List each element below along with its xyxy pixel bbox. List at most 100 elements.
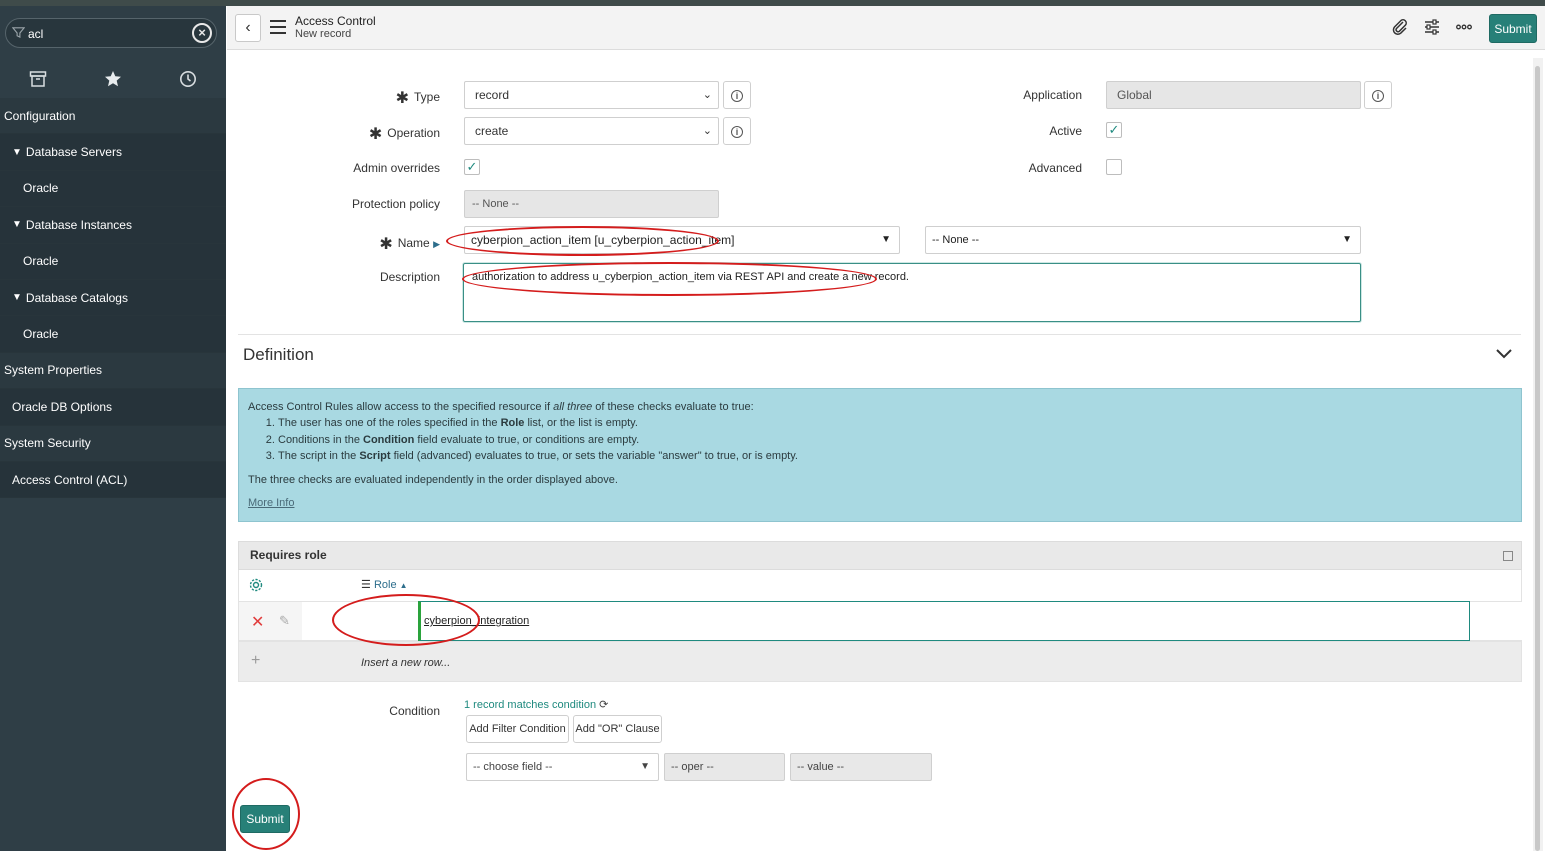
type-select[interactable]: record ⌄ (464, 81, 719, 109)
plus-icon[interactable]: + (251, 652, 260, 670)
page-subtitle: New record (295, 28, 352, 40)
admin-overrides-label: Admin overrides (353, 161, 440, 175)
chevron-down-icon: ⌄ (702, 125, 712, 137)
operation-info-button[interactable]: i (723, 117, 751, 145)
collapse-icon[interactable] (1503, 551, 1513, 561)
active-checkbox[interactable]: ✓ (1106, 122, 1122, 138)
paperclip-icon[interactable] (1391, 18, 1409, 36)
filter-icon (11, 26, 26, 40)
sidebar-item-oracle-servers[interactable]: Oracle (0, 170, 226, 208)
choose-field-select[interactable]: -- choose field -- ▼ (466, 753, 659, 781)
role-input[interactable]: cyberpion_integration (418, 601, 1470, 641)
protection-policy-field: -- None -- (464, 190, 719, 218)
context-menu-icon[interactable] (270, 20, 286, 34)
delete-row-icon[interactable]: ✕ (251, 612, 264, 632)
requires-role-columns: ☰ Role ▲ (238, 570, 1522, 601)
expand-triangle-icon: ▼ (12, 146, 22, 158)
sidebar-item-database-catalogs[interactable]: ▼ Database Catalogs (0, 279, 226, 317)
sidebar-item-system-properties[interactable]: System Properties (0, 352, 226, 390)
settings-sliders-icon[interactable] (1423, 18, 1441, 36)
sidebar-item-label: Oracle (23, 327, 59, 342)
description-textarea[interactable]: authorization to address u_cyberpion_act… (463, 263, 1361, 322)
sidebar-item-label: System Properties (4, 363, 103, 378)
insert-row[interactable]: + Insert a new row... (238, 641, 1522, 682)
reference-arrow-icon: ▶ (433, 239, 440, 249)
sidebar-item-label: Database Servers (25, 145, 122, 160)
type-label: ✱ Type (395, 90, 440, 107)
acl-rule-item: The user has one of the roles specified … (278, 415, 1512, 431)
value-input[interactable]: -- value -- (790, 753, 932, 781)
type-info-button[interactable]: i (723, 81, 751, 109)
pencil-icon[interactable]: ✎ (279, 613, 290, 629)
record-match-link[interactable]: 1 record matches condition ⟳ (464, 698, 608, 711)
more-info-link[interactable]: More Info (248, 495, 294, 511)
name-table-select[interactable]: cyberpion_action_item [u_cyberpion_actio… (464, 226, 900, 254)
acl-info-box: Access Control Rules allow access to the… (238, 388, 1522, 522)
table-row: ✕ ✎ cyberpion_integration (238, 601, 1522, 641)
sidebar-item-access-control[interactable]: Access Control (ACL) (0, 461, 226, 499)
protection-policy-label: Protection policy (351, 197, 440, 211)
role-cell: cyberpion_integration (302, 601, 1522, 641)
admin-overrides-checkbox[interactable]: ✓ (464, 159, 480, 175)
application-info-button[interactable]: i (1364, 81, 1392, 109)
tab-all-applications[interactable] (0, 58, 75, 100)
list-icon: ☰ (361, 579, 371, 591)
definition-section-title: Definition (243, 345, 314, 364)
sidebar-item-label: Database Instances (25, 217, 132, 232)
acl-rule-item: The script in the Script field (advanced… (278, 448, 1512, 464)
tab-history[interactable] (151, 58, 226, 100)
expand-triangle-icon: ▼ (12, 292, 22, 304)
sidebar-item-label: Configuration (4, 108, 76, 123)
sidebar-item-oracle-instances[interactable]: Oracle (0, 243, 226, 280)
operation-select[interactable]: create ⌄ (464, 117, 719, 145)
info-icon: i (1372, 90, 1384, 102)
navigator-sidebar: × Configuration ▼Database Servers Oracle… (0, 6, 226, 851)
clear-search-icon[interactable]: × (192, 23, 212, 43)
sidebar-item-oracle-db-options[interactable]: Oracle DB Options (0, 389, 226, 426)
sidebar-item-database-servers[interactable]: ▼ Database Servers (0, 134, 226, 171)
back-button[interactable]: ‹ (235, 14, 261, 42)
gear-icon[interactable] (248, 577, 264, 593)
more-options-icon[interactable] (1455, 18, 1473, 36)
form-header: ‹ Access Control New record Submit (227, 6, 1545, 50)
refresh-icon[interactable]: ⟳ (599, 699, 608, 711)
sidebar-item-database-instances[interactable]: ▼ Database Instances (0, 207, 226, 244)
acl-info-intro: Access Control Rules allow access to the… (248, 401, 754, 413)
required-asterisk-icon: ✱ (395, 90, 409, 107)
star-icon (104, 71, 121, 87)
sidebar-item-label: Oracle DB Options (12, 399, 113, 414)
application-label: Application (1023, 88, 1082, 102)
add-filter-condition-button[interactable]: Add Filter Condition (466, 715, 569, 743)
sidebar-item-label: Oracle (23, 254, 59, 269)
requires-role-title: Requires role (250, 548, 327, 562)
advanced-checkbox[interactable] (1106, 159, 1122, 175)
tab-favorites[interactable] (75, 58, 150, 100)
scrollbar-thumb[interactable] (1535, 66, 1540, 851)
chevron-down-icon[interactable] (1495, 345, 1513, 363)
acl-info-footer: The three checks are evaluated independe… (248, 474, 618, 487)
requires-role-header: Requires role (238, 541, 1522, 570)
name-field-select[interactable]: -- None -- ▼ (925, 226, 1361, 254)
condition-label: Condition (389, 704, 440, 718)
submit-button[interactable]: Submit (240, 805, 290, 833)
info-icon: i (731, 90, 743, 102)
operator-select[interactable]: -- oper -- (664, 753, 785, 781)
description-label: Description (379, 270, 440, 284)
header-submit-button[interactable]: Submit (1489, 14, 1537, 43)
section-divider (238, 334, 1521, 335)
role-column-header[interactable]: ☰ Role ▲ (361, 578, 408, 591)
add-or-clause-button[interactable]: Add "OR" Clause (573, 715, 662, 743)
sidebar-item-label: Access Control (ACL) (12, 472, 128, 487)
dropdown-triangle-icon: ▼ (640, 761, 650, 772)
sidebar-item-configuration[interactable]: Configuration (0, 98, 226, 135)
page-scrollbar[interactable] (1533, 58, 1543, 851)
checkmark-icon: ✓ (1108, 122, 1120, 137)
sidebar-item-system-security[interactable]: System Security (0, 425, 226, 462)
archive-icon (29, 71, 46, 87)
sidebar-item-label: Oracle (23, 181, 59, 196)
insert-row-label: Insert a new row... (361, 657, 451, 669)
sidebar-item-oracle-catalogs[interactable]: Oracle (0, 316, 226, 353)
acl-rule-item: Conditions in the Condition field evalua… (278, 432, 1512, 448)
navigator-filter-input[interactable] (28, 24, 188, 43)
header-actions (1391, 18, 1473, 36)
